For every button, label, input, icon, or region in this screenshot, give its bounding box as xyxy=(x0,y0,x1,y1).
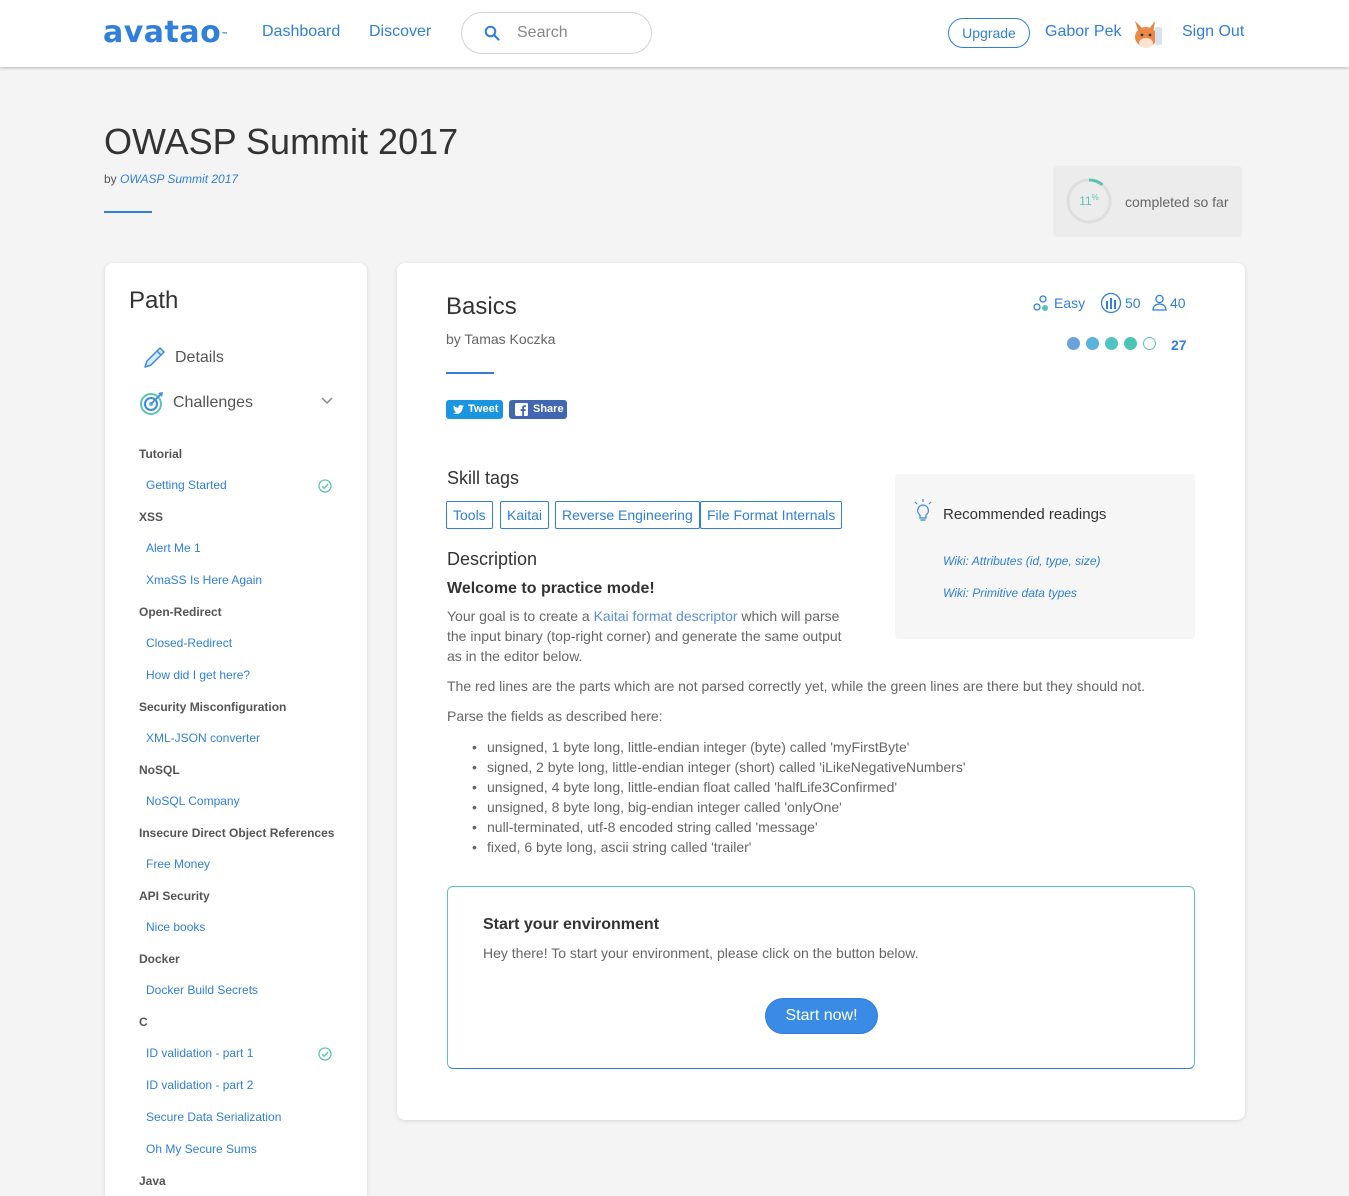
top-navbar: avatao™ Dashboard Discover Upgrade Gabor… xyxy=(0,0,1349,67)
challenge-link[interactable]: Alert Me 1 xyxy=(146,541,201,555)
challenge-category: Open-Redirect xyxy=(139,605,222,619)
challenge-link[interactable]: Oh My Secure Sums xyxy=(146,1142,257,1156)
skill-tag[interactable]: Reverse Engineering xyxy=(555,501,700,529)
sidebar-title: Path xyxy=(129,287,179,314)
challenge-title-divider xyxy=(446,372,494,374)
nav-discover-link[interactable]: Discover xyxy=(369,22,431,42)
completed-check-icon xyxy=(318,479,332,493)
start-now-button[interactable]: Start now! xyxy=(765,998,878,1034)
list-item: fixed, 6 byte long, ascii string called … xyxy=(472,837,966,857)
parse-intro: Parse the fields as described here: xyxy=(447,708,663,724)
page-title: OWASP Summit 2017 xyxy=(104,121,459,162)
search-icon[interactable] xyxy=(484,25,500,41)
user-avatar[interactable] xyxy=(1131,17,1165,51)
twitter-icon xyxy=(453,405,464,414)
challenge-card: Basics by Tamas Koczka Tweet Share Easy … xyxy=(397,263,1245,1120)
kaitai-descriptor-link[interactable]: Kaitai format descriptor xyxy=(594,608,738,624)
target-icon xyxy=(140,392,163,415)
recommended-readings-panel: Recommended readings Wiki: Attributes (i… xyxy=(895,474,1195,639)
progress-label: completed so far xyxy=(1125,194,1229,210)
red-lines-paragraph: The red lines are the parts which are no… xyxy=(447,678,1146,694)
title-divider xyxy=(104,211,152,213)
challenge-category: C xyxy=(139,1015,148,1029)
challenge-title: Basics xyxy=(446,293,517,320)
search-box[interactable] xyxy=(461,12,652,54)
skill-tags-heading: Skill tags xyxy=(447,468,520,488)
rating-dot xyxy=(1105,337,1118,350)
list-item: unsigned, 1 byte long, little-endian int… xyxy=(472,737,966,757)
list-item: unsigned, 4 byte long, little-endian flo… xyxy=(472,777,966,797)
sign-out-link[interactable]: Sign Out xyxy=(1182,22,1244,42)
chevron-down-icon[interactable] xyxy=(321,397,333,405)
challenge-author: by Tamas Koczka xyxy=(446,331,556,347)
list-item: null-terminated, utf-8 encoded string ca… xyxy=(472,817,966,837)
field-list: unsigned, 1 byte long, little-endian int… xyxy=(472,737,966,857)
upgrade-button[interactable]: Upgrade xyxy=(948,18,1030,48)
challenge-link[interactable]: XmaSS Is Here Again xyxy=(146,573,262,587)
challenge-link[interactable]: ID validation - part 1 xyxy=(146,1046,253,1060)
challenge-link[interactable]: XML-JSON converter xyxy=(146,731,260,745)
rating-dot xyxy=(1086,337,1099,350)
tweet-button[interactable]: Tweet xyxy=(446,400,503,419)
progress-percent: 11% xyxy=(1079,193,1099,208)
goal-paragraph: Your goal is to create a Kaitai format d… xyxy=(447,608,842,664)
pencil-icon xyxy=(144,347,165,368)
difficulty-icon xyxy=(1033,295,1048,311)
challenge-link[interactable]: Docker Build Secrets xyxy=(146,983,258,997)
challenge-category: Java xyxy=(139,1174,166,1188)
user-icon xyxy=(1152,294,1167,311)
challenge-link[interactable]: Closed-Redirect xyxy=(146,636,232,650)
list-item: unsigned, 8 byte long, big-endian intege… xyxy=(472,797,966,817)
challenge-category: Tutorial xyxy=(139,447,183,461)
completed-check-icon xyxy=(318,1047,332,1061)
rating-dot xyxy=(1124,337,1137,350)
avatao-logo[interactable]: avatao™ xyxy=(103,18,229,48)
challenge-link[interactable]: Getting Started xyxy=(146,478,227,492)
challenge-category: Security Misconfiguration xyxy=(139,700,287,714)
environment-title: Start your environment xyxy=(483,916,660,933)
search-input[interactable] xyxy=(517,23,637,43)
reading-link[interactable]: Wiki: Attributes (id, type, size) xyxy=(943,554,1101,568)
page-byline: by OWASP Summit 2017 xyxy=(104,172,239,186)
rating-dot xyxy=(1067,337,1080,350)
difficulty-indicator: Easy xyxy=(1033,294,1085,312)
description-heading: Description xyxy=(447,549,538,569)
path-author-link[interactable]: OWASP Summit 2017 xyxy=(120,172,238,186)
challenge-link[interactable]: Secure Data Serialization xyxy=(146,1110,281,1124)
facebook-share-button[interactable]: Share xyxy=(509,400,567,419)
challenge-link[interactable]: NoSQL Company xyxy=(146,794,240,808)
challenge-link[interactable]: How did I get here? xyxy=(146,668,250,682)
environment-panel: Start your environment Hey there! To sta… xyxy=(447,886,1195,1069)
environment-text: Hey there! To start your environment, pl… xyxy=(483,945,919,961)
user-name-link[interactable]: Gabor Pek xyxy=(1045,22,1121,42)
skill-tag[interactable]: Tools xyxy=(446,501,493,529)
facebook-icon xyxy=(515,403,528,416)
path-progress-box: 11% completed so far xyxy=(1053,166,1242,237)
path-sidebar: Path Details Challenges Tutorial Getting … xyxy=(105,263,367,1196)
nav-dashboard-link[interactable]: Dashboard xyxy=(262,22,340,42)
bar-chart-icon xyxy=(1100,292,1122,314)
challenge-category: NoSQL xyxy=(139,763,180,777)
solvers-indicator: 40 xyxy=(1152,294,1186,312)
points-indicator: 50 xyxy=(1100,292,1141,314)
challenge-category: XSS xyxy=(139,510,164,524)
challenge-link[interactable]: Nice books xyxy=(146,920,205,934)
challenge-category: API Security xyxy=(139,889,210,903)
list-item: signed, 2 byte long, little-endian integ… xyxy=(472,757,965,777)
skill-tag[interactable]: Kaitai xyxy=(500,501,550,529)
challenge-category: Insecure Direct Object References xyxy=(139,826,335,840)
welcome-text: Welcome to practice mode! xyxy=(447,580,655,597)
readings-title: Recommended readings xyxy=(943,506,1107,523)
skill-tag[interactable]: File Format Internals xyxy=(700,501,843,529)
reading-link[interactable]: Wiki: Primitive data types xyxy=(943,586,1077,600)
lightbulb-icon xyxy=(914,499,932,521)
rating-count: 27 xyxy=(1171,337,1187,353)
challenge-link[interactable]: Free Money xyxy=(146,857,210,871)
challenge-category: Docker xyxy=(139,952,180,966)
rating-dot xyxy=(1143,337,1156,350)
challenge-link[interactable]: ID validation - part 2 xyxy=(146,1078,253,1092)
